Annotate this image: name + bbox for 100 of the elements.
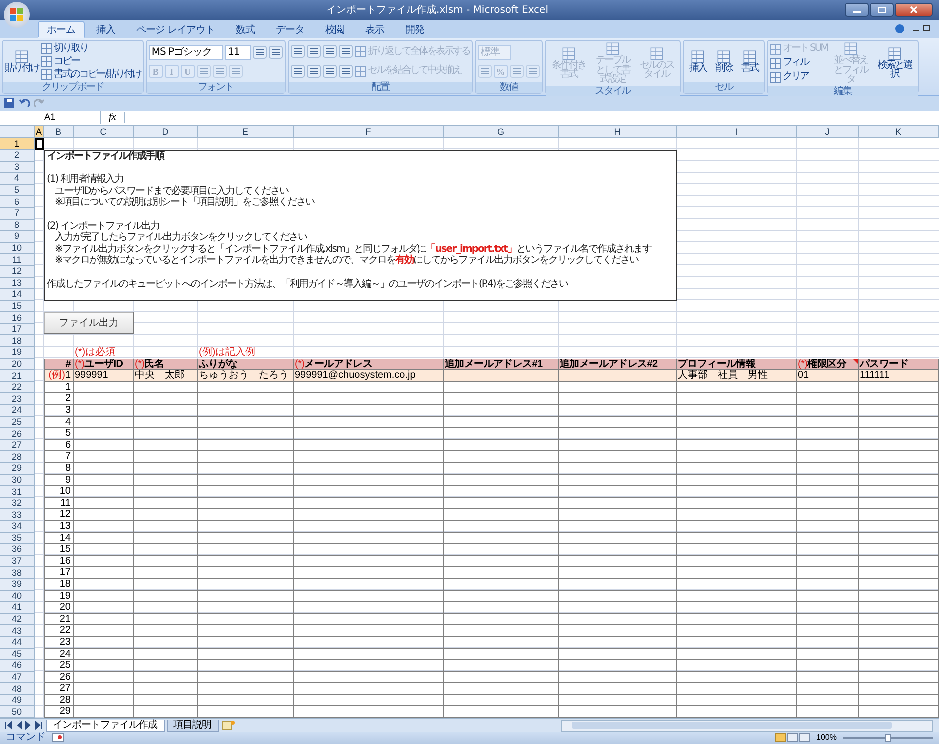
- function-button[interactable]: fx: [101, 112, 126, 124]
- table-cell: 4: [44, 416, 74, 428]
- ribbon-tab[interactable]: ページ レイアウト: [128, 21, 224, 38]
- row-number[interactable]: 21: [0, 370, 35, 382]
- note-text: (*)は必須: [75, 347, 116, 358]
- row-number[interactable]: 37: [0, 556, 35, 568]
- row-number[interactable]: 27: [0, 440, 35, 452]
- ribbon-button[interactable]: フィル: [770, 57, 828, 70]
- row-number[interactable]: 11: [0, 254, 35, 266]
- row-number[interactable]: 28: [0, 451, 35, 464]
- table-header-cell: (*)ユーザID: [74, 358, 134, 370]
- ribbon-tab[interactable]: 数式: [227, 21, 264, 38]
- row-number[interactable]: 7: [0, 208, 35, 220]
- ribbon-tab[interactable]: 開発: [396, 21, 434, 38]
- column-letter[interactable]: D: [134, 126, 198, 138]
- column-letter[interactable]: G: [444, 126, 559, 138]
- ribbon-button[interactable]: 検索と選択: [874, 46, 916, 80]
- ribbon-button[interactable]: クリア: [770, 71, 828, 84]
- row-number[interactable]: 10: [0, 242, 35, 254]
- sheet-tab[interactable]: インポートファイル作成: [46, 720, 164, 732]
- ribbon-tab[interactable]: 挿入: [88, 21, 124, 38]
- row-number[interactable]: 5: [0, 184, 35, 196]
- row-number[interactable]: 38: [0, 567, 35, 579]
- row-number[interactable]: 8: [0, 220, 35, 232]
- row-number[interactable]: 41: [0, 602, 35, 614]
- dropdown-field[interactable]: MS Pゴシック: [148, 44, 224, 60]
- sheet-tab[interactable]: 項目説明: [166, 720, 218, 732]
- ribbon-button[interactable]: 書式: [738, 50, 762, 74]
- row-number[interactable]: 9: [0, 231, 35, 243]
- row-number[interactable]: 48: [0, 683, 35, 695]
- table-cell: 27: [44, 683, 74, 695]
- row-number[interactable]: 49: [0, 694, 35, 706]
- row-number[interactable]: 31: [0, 486, 35, 498]
- ribbon-button[interactable]: 貼り付け: [5, 50, 39, 74]
- column-letter[interactable]: F: [294, 126, 444, 138]
- row-number[interactable]: 35: [0, 532, 35, 544]
- row-number[interactable]: 36: [0, 544, 35, 556]
- table-cell: 6: [44, 440, 74, 452]
- column-letter[interactable]: E: [198, 126, 294, 138]
- row-number[interactable]: 17: [0, 324, 35, 336]
- row-number[interactable]: 2: [0, 150, 35, 162]
- row-number[interactable]: 50: [0, 706, 35, 718]
- row-number[interactable]: 45: [0, 648, 35, 660]
- ribbon-tab[interactable]: 校閲: [316, 21, 354, 38]
- row-number[interactable]: 46: [0, 660, 35, 672]
- row-number[interactable]: 29: [0, 463, 35, 475]
- row-number[interactable]: 33: [0, 509, 35, 521]
- ribbon-tab[interactable]: データ: [267, 21, 314, 38]
- row-number[interactable]: 39: [0, 578, 35, 591]
- note-text: (例)は記入例: [199, 347, 256, 358]
- column-letter[interactable]: J: [797, 126, 859, 138]
- row-number[interactable]: 30: [0, 474, 35, 486]
- ribbon-button[interactable]: 削除: [712, 50, 736, 74]
- row-number[interactable]: 47: [0, 672, 35, 684]
- row-number[interactable]: 15: [0, 300, 35, 312]
- table-cell: 17: [44, 567, 74, 579]
- export-button[interactable]: ファイル出力: [44, 312, 134, 334]
- row-number[interactable]: 12: [0, 266, 35, 278]
- ribbon-tab[interactable]: ホーム: [38, 21, 84, 38]
- row-number[interactable]: 25: [0, 416, 35, 428]
- row-number[interactable]: 43: [0, 625, 35, 637]
- ribbon-button[interactable]: 書式のコピー/貼り付け: [41, 68, 141, 80]
- column-letter[interactable]: K: [859, 126, 939, 138]
- table-header-cell: ふりがな: [198, 358, 294, 370]
- row-number[interactable]: 26: [0, 428, 35, 440]
- table-cell: 18: [44, 578, 74, 591]
- column-letter[interactable]: B: [44, 126, 74, 138]
- row-number[interactable]: 6: [0, 196, 35, 208]
- column-letter[interactable]: H: [559, 126, 677, 138]
- row-number[interactable]: 19: [0, 347, 35, 359]
- ribbon-button[interactable]: 切り取り: [41, 42, 141, 54]
- ribbon-button[interactable]: 挿入: [686, 50, 710, 74]
- row-number[interactable]: 14: [0, 289, 35, 301]
- column-letter[interactable]: I: [677, 126, 797, 138]
- row-number[interactable]: 44: [0, 636, 35, 649]
- name-box[interactable]: A1: [0, 111, 101, 124]
- row-number[interactable]: 16: [0, 312, 35, 324]
- dropdown-field[interactable]: 11: [225, 44, 251, 60]
- row-number[interactable]: 42: [0, 614, 35, 626]
- row-number[interactable]: 3: [0, 162, 35, 174]
- row-number[interactable]: 32: [0, 498, 35, 510]
- row-number[interactable]: 24: [0, 405, 35, 417]
- row-number[interactable]: 13: [0, 278, 35, 290]
- ribbon-button[interactable]: コピー: [41, 56, 141, 68]
- ribbon-tab[interactable]: 表示: [356, 21, 394, 38]
- row-number[interactable]: 18: [0, 335, 35, 348]
- table-cell: 3: [44, 405, 74, 417]
- row-number[interactable]: 4: [0, 173, 35, 185]
- row-number[interactable]: 34: [0, 520, 35, 533]
- row-number[interactable]: 23: [0, 393, 35, 406]
- column-letter[interactable]: A: [35, 126, 44, 138]
- table-cell: 7: [44, 451, 74, 464]
- row-number[interactable]: 1: [0, 138, 35, 150]
- column-letter[interactable]: C: [74, 126, 134, 138]
- table-cell: 1: [44, 382, 74, 394]
- row-number[interactable]: 40: [0, 590, 35, 602]
- table-cell: 23: [44, 636, 74, 649]
- row-number[interactable]: 20: [0, 358, 35, 370]
- row-number[interactable]: 22: [0, 382, 35, 394]
- table-cell: 24: [44, 648, 74, 660]
